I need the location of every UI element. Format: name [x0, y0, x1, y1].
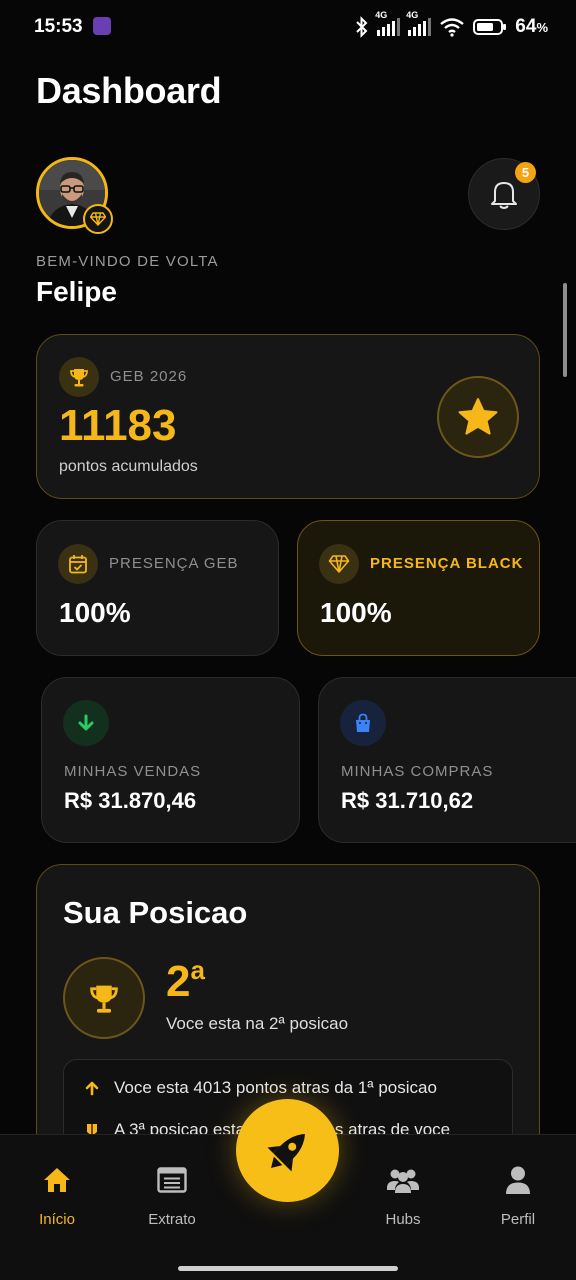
purchases-label: MINHAS COMPRAS	[341, 763, 494, 780]
sales-label: MINHAS VENDAS	[64, 763, 202, 780]
purchases-card[interactable]: MINHAS COMPRAS R$ 31.710,62	[318, 677, 576, 843]
rocket-action-button[interactable]	[236, 1099, 339, 1202]
home-indicator[interactable]	[178, 1266, 398, 1271]
group-icon	[387, 1169, 419, 1193]
presence-black-card[interactable]: PRESENÇA BLACK 100%	[297, 520, 540, 656]
ranking-trophy-icon	[63, 957, 145, 1039]
status-time: 15:53	[34, 16, 83, 37]
app-notification-icon	[93, 17, 111, 35]
receipt-icon	[157, 1167, 187, 1193]
sales-value: R$ 31.870,46	[64, 788, 197, 813]
nav-label: Hubs	[385, 1211, 421, 1228]
ranking-description: Voce esta na 2ª posicao	[166, 1014, 349, 1033]
nav-label: Extrato	[148, 1211, 196, 1228]
bluetooth-icon	[356, 16, 368, 38]
signal-icon-2: 4G	[406, 10, 432, 36]
ranking-info-row: Voce esta 4013 pontos atras da 1ª posica…	[84, 1078, 437, 1098]
presence-black-label: PRESENÇA BLACK	[370, 555, 524, 572]
wifi-icon	[440, 18, 465, 37]
status-icons: 4G 4G 64%	[355, 10, 548, 38]
welcome-label: BEM-VINDO DE VOLTA	[36, 253, 219, 270]
nav-item-hubs[interactable]: Hubs	[353, 1163, 453, 1228]
trophy-icon	[59, 357, 99, 397]
presence-black-value: 100%	[320, 597, 392, 628]
nav-label: Início	[39, 1211, 75, 1228]
nav-item-perfil[interactable]: Perfil	[468, 1163, 568, 1228]
nav-item-inicio[interactable]: Início	[7, 1163, 107, 1228]
shopping-bag-icon	[340, 700, 386, 746]
sales-card[interactable]: MINHAS VENDAS R$ 31.870,46	[41, 677, 300, 843]
diamond-icon	[319, 544, 359, 584]
points-card[interactable]: GEB 2026 11183 pontos acumulados	[36, 334, 540, 499]
arrow-down-icon	[63, 700, 109, 746]
page-title: Dashboard	[36, 70, 222, 111]
notification-count-badge: 5	[515, 162, 536, 183]
points-value: 11183	[59, 401, 177, 450]
bell-icon	[491, 182, 517, 209]
ranking-position: 2a	[166, 955, 205, 1006]
signal-icon: 4G	[375, 10, 401, 36]
diamond-badge-icon	[83, 204, 113, 234]
nav-item-extrato[interactable]: Extrato	[122, 1163, 222, 1228]
presence-geb-card[interactable]: PRESENÇA GEB 100%	[36, 520, 279, 656]
user-name: Felipe	[36, 276, 117, 307]
ranking-info-text: Voce esta 4013 pontos atras da 1ª posica…	[114, 1078, 437, 1097]
network-type-label: 4G	[375, 10, 388, 20]
battery-icon	[473, 19, 507, 35]
purchases-value: R$ 31.710,62	[341, 788, 474, 813]
rocket-icon	[266, 1133, 305, 1172]
points-subtitle: pontos acumulados	[59, 458, 198, 475]
home-icon	[44, 1168, 70, 1192]
nav-label: Perfil	[500, 1211, 536, 1228]
status-bar: 15:53 4G 4G 64%	[0, 0, 576, 56]
presence-geb-value: 100%	[59, 597, 131, 628]
user-icon	[506, 1166, 530, 1194]
scrollbar[interactable]	[563, 283, 567, 377]
ranking-title: Sua Posicao	[63, 895, 248, 930]
battery-percent: 64%	[515, 16, 548, 37]
calendar-check-icon	[58, 544, 98, 584]
star-icon	[437, 376, 519, 458]
arrow-up-icon	[85, 1081, 99, 1096]
network-type-label-2: 4G	[406, 10, 419, 20]
points-season-label: GEB 2026	[110, 368, 188, 385]
presence-geb-label: PRESENÇA GEB	[109, 555, 239, 572]
